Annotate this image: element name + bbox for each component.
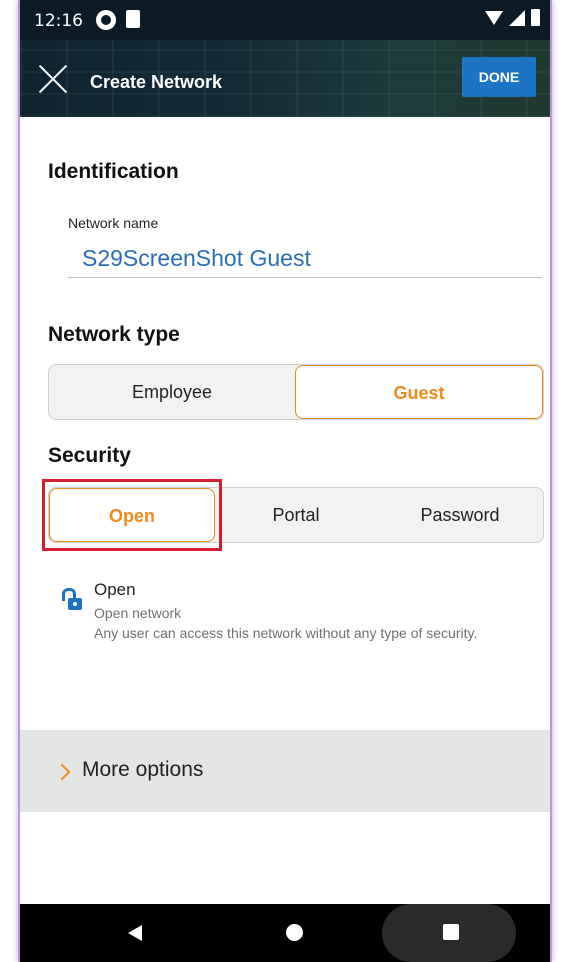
navigation-bar	[20, 904, 550, 962]
network-name-underline	[68, 277, 542, 278]
network-type-segmented-control: Employee Guest	[48, 364, 544, 420]
home-icon[interactable]	[286, 924, 303, 941]
phone-screen: 12:16 Create Network DONE Identification…	[18, 0, 552, 962]
back-icon[interactable]	[128, 925, 142, 941]
open-highlight-box	[42, 479, 222, 551]
security-password[interactable]: Password	[377, 488, 543, 542]
unlock-icon	[62, 588, 84, 612]
close-icon[interactable]	[38, 64, 68, 94]
sd-card-icon	[126, 10, 140, 28]
security-heading: Security	[48, 444, 131, 467]
page-title: Create Network	[90, 72, 223, 92]
network-name-input[interactable]: S29ScreenShot Guest	[82, 245, 311, 272]
sync-icon	[96, 10, 116, 30]
more-options-label: More options	[82, 758, 204, 781]
network-type-heading: Network type	[48, 323, 180, 346]
signal-icon	[509, 9, 525, 26]
done-button[interactable]: DONE	[462, 57, 536, 97]
wifi-icon	[485, 10, 503, 25]
more-options-row[interactable]: More options	[20, 730, 550, 812]
identification-heading: Identification	[48, 160, 179, 183]
status-bar: 12:16	[20, 0, 550, 40]
security-detail-text: Open network Any user can access this ne…	[94, 603, 514, 643]
security-detail-description: Any user can access this network without…	[94, 625, 478, 641]
security-detail-subtitle: Open network	[94, 605, 182, 621]
security-portal[interactable]: Portal	[215, 488, 377, 542]
network-type-employee[interactable]: Employee	[49, 365, 295, 419]
battery-icon	[531, 9, 540, 26]
network-type-guest[interactable]: Guest	[295, 365, 543, 419]
recent-apps-icon[interactable]	[443, 924, 459, 940]
chevron-right-icon	[53, 763, 71, 781]
status-right	[485, 9, 540, 26]
status-time: 12:16	[34, 11, 83, 31]
app-bar: Create Network DONE	[20, 40, 550, 117]
network-name-label: Network name	[68, 215, 159, 231]
security-detail-title: Open	[94, 580, 136, 599]
